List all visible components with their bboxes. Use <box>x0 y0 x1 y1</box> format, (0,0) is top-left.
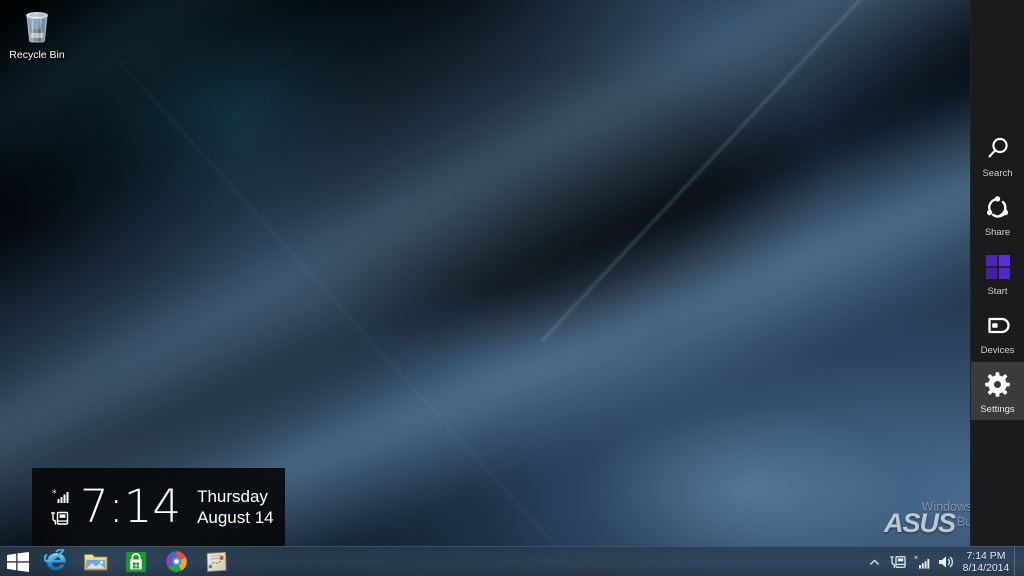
search-icon <box>984 134 1011 164</box>
windows-store-icon <box>126 551 146 572</box>
battery-icon <box>889 556 906 569</box>
clock-widget-time: 7:14 <box>80 480 182 533</box>
charm-share-label: Share <box>984 226 1011 238</box>
charms-bar[interactable]: Search Share Start Devices Settings <box>970 0 1024 546</box>
share-icon <box>984 193 1011 223</box>
charm-search[interactable]: Search <box>971 126 1024 184</box>
taskbar-app-list[interactable] <box>36 547 236 576</box>
tray-clock-date: 8/14/2014 <box>962 562 1010 574</box>
taskbar-app-internet-explorer[interactable] <box>36 547 76 576</box>
tray-clock[interactable]: 7:14 PM 8/14/2014 <box>958 550 1014 574</box>
charm-devices-label: Devices <box>980 344 1015 356</box>
windows-logo-icon <box>985 252 1011 282</box>
taskbar-app-file-explorer[interactable] <box>76 547 116 576</box>
tray-clock-time: 7:14 PM <box>966 550 1006 562</box>
charm-start-label: Start <box>987 285 1008 297</box>
system-tray[interactable]: * 7:14 PM 8/14/2014 <box>862 547 1024 576</box>
show-desktop-button[interactable] <box>1014 547 1022 576</box>
charm-settings[interactable]: Settings <box>970 362 1024 420</box>
gear-icon <box>984 370 1011 400</box>
clock-widget-month-day: August 14 <box>197 508 274 527</box>
charm-settings-label: Settings <box>980 403 1015 415</box>
taskbar-app-maps[interactable] <box>196 547 236 576</box>
tray-battery-button[interactable] <box>886 547 910 576</box>
svg-text:*: * <box>52 489 57 499</box>
desktop[interactable]: ASUS Windows 8.1 Pro Build 9600 <box>0 0 1024 576</box>
charm-search-label: Search <box>982 167 1013 179</box>
network-signal-icon: * <box>914 555 929 569</box>
network-signal-icon: * <box>52 489 69 503</box>
devices-icon <box>984 311 1011 341</box>
charm-share[interactable]: Share <box>971 185 1024 243</box>
taskbar-start-button[interactable] <box>0 547 36 576</box>
chevron-up-icon <box>869 559 879 565</box>
clock-widget-date: Thursday August 14 <box>197 486 274 528</box>
windows-logo-icon <box>7 551 29 572</box>
clock-widget-day-of-week: Thursday <box>197 487 268 506</box>
taskbar[interactable]: * 7:14 PM 8/14/2014 <box>0 546 1024 576</box>
speaker-icon <box>939 556 953 568</box>
recycle-bin-label: Recycle Bin <box>9 49 65 61</box>
lockscreen-clock-widget: * 7:14 Thursday August 14 <box>32 468 285 546</box>
svg-text:*: * <box>914 555 918 564</box>
globe-browser-icon <box>165 551 187 572</box>
tray-show-hidden-icons-button[interactable] <box>862 547 886 576</box>
charm-devices[interactable]: Devices <box>971 303 1024 361</box>
taskbar-app-store[interactable] <box>116 547 156 576</box>
charm-start[interactable]: Start <box>971 244 1024 302</box>
battery-icon <box>51 511 69 525</box>
tray-volume-button[interactable] <box>934 547 958 576</box>
recycle-bin-icon <box>4 2 70 48</box>
maps-icon <box>206 551 226 572</box>
tray-network-button[interactable]: * <box>910 547 934 576</box>
taskbar-app-browser[interactable] <box>156 547 196 576</box>
desktop-icon-recycle-bin[interactable]: Recycle Bin <box>4 2 70 61</box>
clock-widget-status-icons: * <box>32 468 78 546</box>
file-explorer-icon <box>84 553 108 570</box>
internet-explorer-icon <box>43 549 66 571</box>
